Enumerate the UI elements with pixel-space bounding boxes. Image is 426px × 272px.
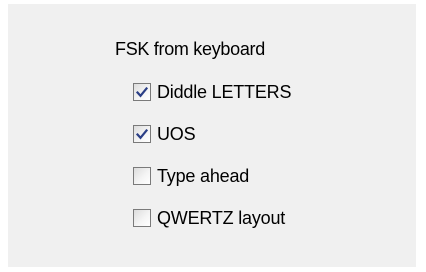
diddle-letters-checkbox[interactable] xyxy=(133,83,151,101)
type-ahead-option[interactable]: Type ahead xyxy=(133,163,249,189)
qwertz-layout-checkbox[interactable] xyxy=(133,209,151,227)
uos-option[interactable]: UOS xyxy=(133,121,196,147)
fsk-settings-panel: FSK from keyboard Diddle LETTERS UOS Typ… xyxy=(8,4,416,267)
checkmark-icon xyxy=(136,128,148,139)
type-ahead-checkbox[interactable] xyxy=(133,167,151,185)
diddle-letters-label: Diddle LETTERS xyxy=(157,82,292,102)
checkmark-icon xyxy=(136,86,148,97)
diddle-letters-option[interactable]: Diddle LETTERS xyxy=(133,79,291,105)
type-ahead-label: Type ahead xyxy=(157,166,250,186)
fsk-from-keyboard-label: FSK from keyboard xyxy=(115,39,265,59)
uos-label: UOS xyxy=(157,124,196,144)
uos-checkbox[interactable] xyxy=(133,125,151,143)
qwertz-layout-label: QWERTZ layout xyxy=(157,208,286,228)
qwertz-layout-option[interactable]: QWERTZ layout xyxy=(133,205,285,231)
